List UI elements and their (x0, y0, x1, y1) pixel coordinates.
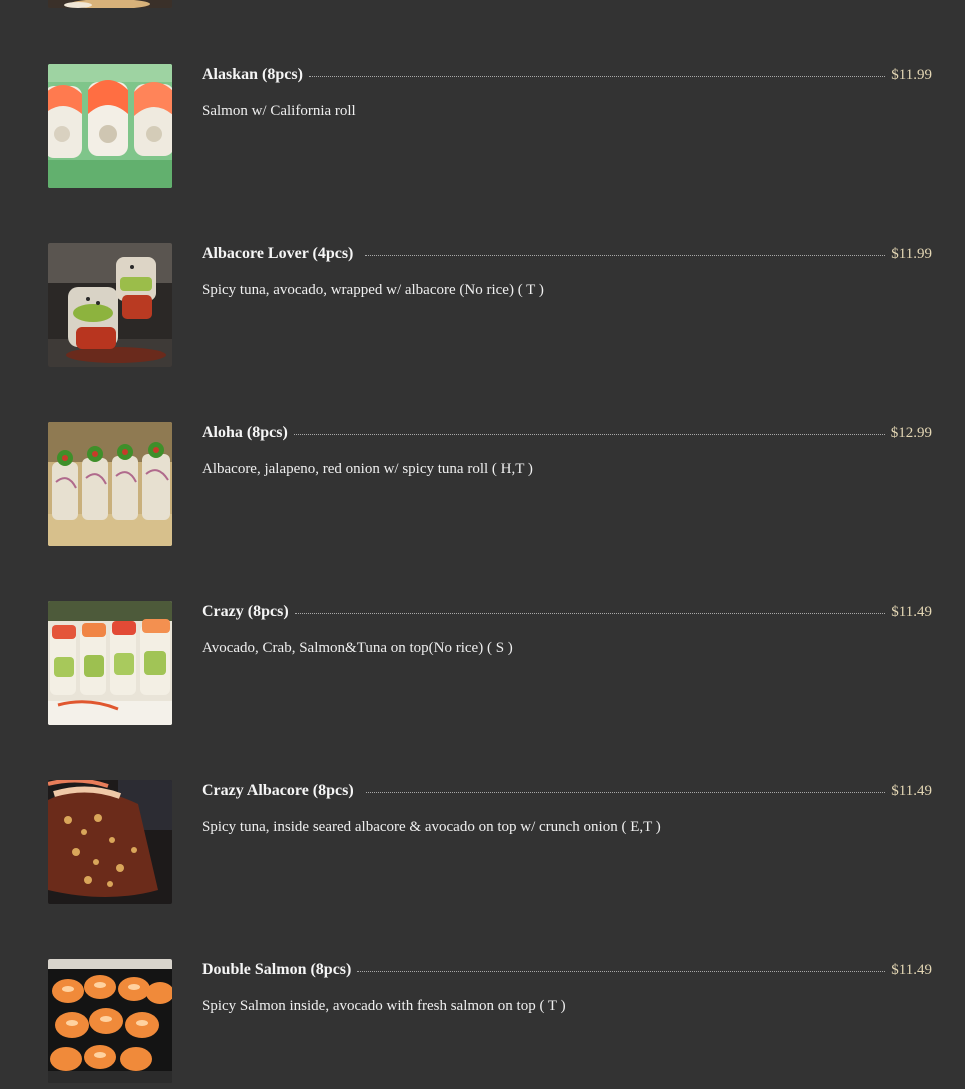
alaskan-roll-photo[interactable] (48, 64, 172, 188)
item-description: Avocado, Crab, Salmon&Tuna on top(No ric… (202, 640, 513, 656)
item-name[interactable]: Crazy (8pcs) (202, 603, 289, 621)
dotted-leader (293, 433, 885, 435)
menu-item[interactable]: Crazy Albacore (8pcs) $11.49 Spicy tuna,… (48, 780, 932, 904)
menu-item[interactable]: Double Salmon (8pcs) $11.49 Spicy Salmon… (48, 959, 932, 1083)
item-price: $12.99 (890, 425, 932, 441)
item-name[interactable]: Crazy Albacore (8pcs) (202, 782, 354, 800)
item-price: $11.49 (891, 604, 932, 620)
item-title-row: Crazy (8pcs) $11.49 (202, 603, 932, 627)
dotted-leader (357, 970, 886, 972)
item-description: Salmon w/ California roll (202, 103, 356, 119)
item-price: $11.99 (891, 246, 932, 262)
item-title-row: Double Salmon (8pcs) $11.49 (202, 961, 932, 985)
item-name[interactable]: Aloha (8pcs) (202, 424, 288, 442)
menu-page: Alaskan (8pcs) $11.99 Salmon w/ Californ… (0, 0, 965, 1089)
item-price: $11.49 (891, 962, 932, 978)
item-price: $11.49 (891, 783, 932, 799)
menu-item[interactable]: Albacore Lover (4pcs) $11.99 Spicy tuna,… (48, 243, 932, 367)
item-title-row: Alaskan (8pcs) $11.99 (202, 66, 932, 90)
crazy-albacore-photo[interactable] (48, 780, 172, 904)
menu-item[interactable]: Aloha (8pcs) $12.99 Albacore, jalapeno, … (48, 422, 932, 546)
item-name[interactable]: Double Salmon (8pcs) (202, 961, 351, 979)
dotted-leader (365, 791, 886, 793)
item-name[interactable]: Alaskan (8pcs) (202, 66, 303, 84)
double-salmon-photo[interactable] (48, 959, 172, 1083)
dotted-leader (294, 612, 886, 614)
item-description: Spicy tuna, inside seared albacore & avo… (202, 819, 661, 835)
item-title-row: Aloha (8pcs) $12.99 (202, 424, 932, 448)
item-description: Albacore, jalapeno, red onion w/ spicy t… (202, 461, 533, 477)
previous-item-photo[interactable] (48, 0, 172, 8)
item-price: $11.99 (891, 67, 932, 83)
item-description: Spicy Salmon inside, avocado with fresh … (202, 998, 566, 1014)
albacore-lover-photo[interactable] (48, 243, 172, 367)
aloha-roll-photo[interactable] (48, 422, 172, 546)
item-name[interactable]: Albacore Lover (4pcs) (202, 245, 353, 263)
menu-item[interactable]: Crazy (8pcs) $11.49 Avocado, Crab, Salmo… (48, 601, 932, 725)
item-title-row: Crazy Albacore (8pcs) $11.49 (202, 782, 932, 806)
crazy-roll-photo[interactable] (48, 601, 172, 725)
item-description: Spicy tuna, avocado, wrapped w/ albacore… (202, 282, 544, 298)
dotted-leader (308, 75, 886, 77)
menu-item[interactable]: Alaskan (8pcs) $11.99 Salmon w/ Californ… (48, 64, 932, 188)
dotted-leader (365, 254, 886, 256)
item-title-row: Albacore Lover (4pcs) $11.99 (202, 245, 932, 269)
